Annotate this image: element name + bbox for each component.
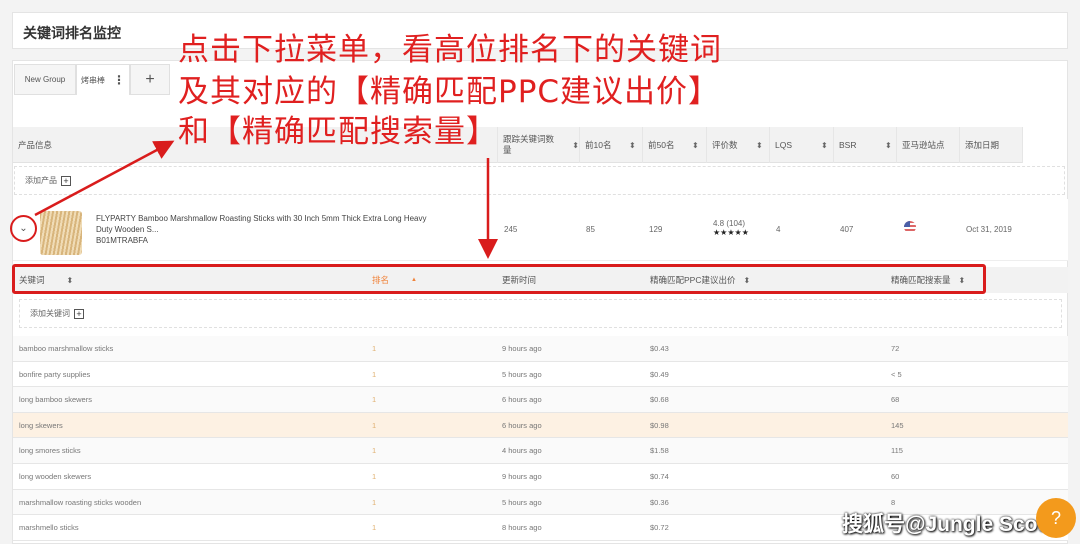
annotation-arrows [34, 140, 498, 259]
help-button[interactable]: ? [1036, 498, 1076, 538]
help-icon: ? [1050, 507, 1061, 528]
watermark: 搜狐号@Jungle Scout [842, 513, 1058, 536]
arrow-to-chevron [34, 140, 175, 217]
